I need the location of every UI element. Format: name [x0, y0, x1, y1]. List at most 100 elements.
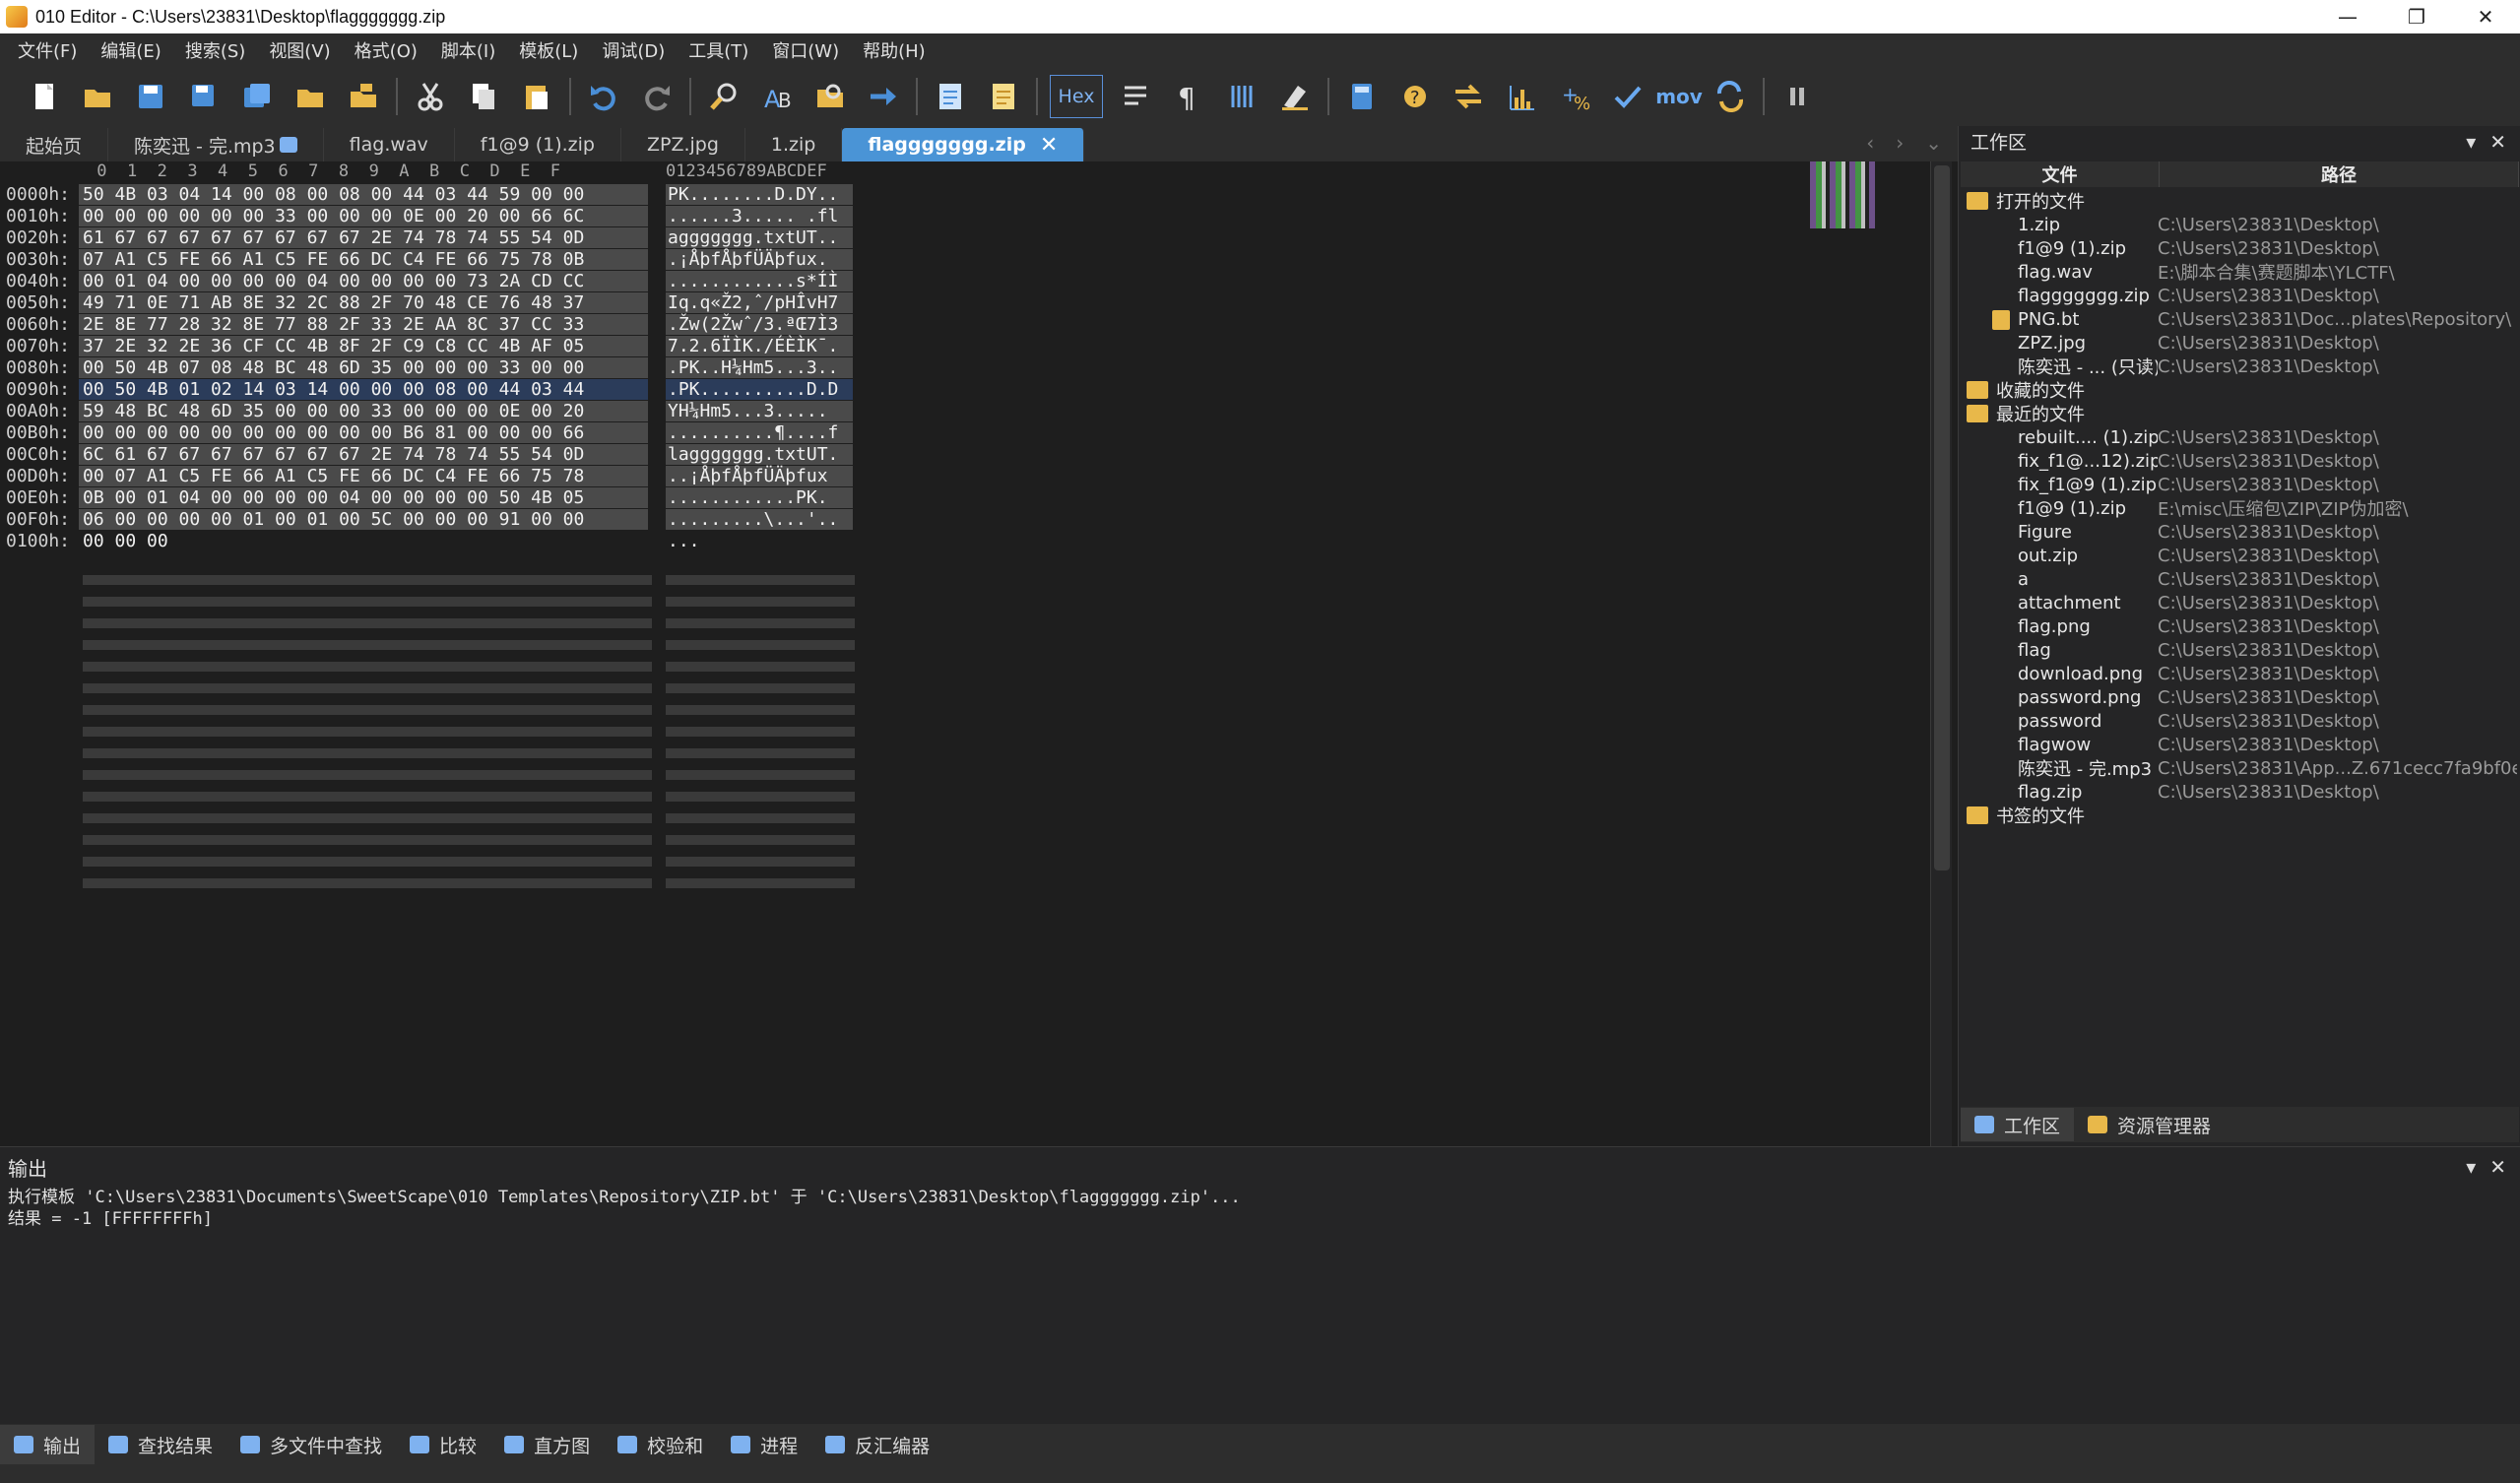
file-tab[interactable]: ZPZ.jpg: [621, 128, 745, 161]
file-tab[interactable]: 起始页: [0, 128, 109, 161]
row-ascii[interactable]: ......3..... .fl: [666, 205, 853, 226]
hex-row[interactable]: 0060h: 2E 8E 77 28 32 8E 77 88 2F 33 2E A…: [0, 313, 853, 335]
row-hex-bytes[interactable]: 00 00 00 00 00 00 33 00 00 00 0E 00 20 0…: [79, 205, 648, 226]
scrollbar-thumb[interactable]: [1934, 165, 1950, 870]
hex-vertical-scrollbar[interactable]: [1930, 161, 1952, 1146]
hex-row[interactable]: 00D0h: 00 07 A1 C5 FE 66 A1 C5 FE 66 DC C…: [0, 465, 853, 486]
workspace-file[interactable]: flag.zip C:\Users\23831\Desktop\: [1959, 780, 2520, 804]
row-ascii[interactable]: .PK..H¼Hm5...3..: [666, 356, 853, 378]
hex-row[interactable]: 00E0h: 0B 00 01 04 00 00 00 00 04 00 00 0…: [0, 486, 853, 508]
tab-prev-icon[interactable]: ‹: [1866, 131, 1874, 155]
hex-row[interactable]: 0000h: 50 4B 03 04 14 00 08 00 08 00 44 0…: [0, 183, 853, 205]
output-menu-icon[interactable]: ▾: [2466, 1155, 2476, 1179]
save-as-icon[interactable]: [182, 75, 226, 118]
workspace-file[interactable]: fix_f1@9 (1).zip C:\Users\23831\Desktop\: [1959, 473, 2520, 496]
pause-icon[interactable]: [1776, 75, 1819, 118]
bottom-tab[interactable]: 比较: [396, 1425, 490, 1464]
workspace-file[interactable]: attachment C:\Users\23831\Desktop\: [1959, 591, 2520, 614]
row-ascii[interactable]: .Žw(2Žwˆ/3.ªŒ7Ì3: [666, 313, 853, 335]
hex-rows[interactable]: 0000h: 50 4B 03 04 14 00 08 00 08 00 44 0…: [0, 183, 853, 551]
hex-row[interactable]: 00B0h: 00 00 00 00 00 00 00 00 00 00 B6 8…: [0, 421, 853, 443]
hex-row[interactable]: 00F0h: 06 00 00 00 00 01 00 01 00 5C 00 0…: [0, 508, 853, 530]
row-ascii[interactable]: Iq.q«Ž2,ˆ/pHÎvH7: [666, 291, 853, 313]
output-close-icon[interactable]: ✕: [2489, 1155, 2506, 1179]
row-hex-bytes[interactable]: 00 00 00 00 00 00 00 00 00 00 B6 81 00 0…: [79, 421, 648, 443]
bottom-tab[interactable]: 校验和: [604, 1425, 717, 1464]
row-ascii[interactable]: 7.2.6ÏÌK./ÉÈÌK¯.: [666, 335, 853, 356]
paste-icon[interactable]: [515, 75, 558, 118]
inspector-icon[interactable]: ?: [1393, 75, 1437, 118]
row-ascii[interactable]: aggggggg.txtUT..: [666, 226, 853, 248]
hex-row[interactable]: 00C0h: 6C 61 67 67 67 67 67 67 67 2E 74 7…: [0, 443, 853, 465]
column-header-path[interactable]: 路径: [2160, 161, 2519, 187]
bottom-tab[interactable]: 进程: [717, 1425, 811, 1464]
workspace-file[interactable]: flag C:\Users\23831\Desktop\: [1959, 638, 2520, 662]
tab-next-icon[interactable]: ›: [1896, 131, 1904, 155]
run-template-icon[interactable]: [982, 75, 1025, 118]
workspace-group[interactable]: 书签的文件: [1959, 804, 2520, 827]
workspace-file[interactable]: password.png C:\Users\23831\Desktop\: [1959, 685, 2520, 709]
bottom-tab[interactable]: 多文件中查找: [226, 1425, 396, 1464]
tab-close-icon[interactable]: ✕: [1040, 133, 1058, 158]
workspace-file[interactable]: a C:\Users\23831\Desktop\: [1959, 567, 2520, 591]
workspace-file[interactable]: f1@9 (1).zip E:\misc\压缩包\ZIP\ZIP伪加密\: [1959, 496, 2520, 521]
compare-icon[interactable]: [1447, 75, 1490, 118]
open-file-icon[interactable]: [76, 75, 119, 118]
run-script-icon[interactable]: [929, 75, 972, 118]
row-hex-bytes[interactable]: 06 00 00 00 00 01 00 01 00 5C 00 00 00 9…: [79, 508, 648, 530]
maximize-button[interactable]: ❐: [2382, 0, 2451, 33]
menu-item[interactable]: 模板(L): [507, 37, 590, 63]
save-all-icon[interactable]: [235, 75, 279, 118]
row-ascii[interactable]: .¡ÅþfÅþfÜÄþfux.: [666, 248, 853, 270]
tab-workspace[interactable]: 工作区: [1961, 1108, 2075, 1141]
workspace-file[interactable]: flag.png C:\Users\23831\Desktop\: [1959, 614, 2520, 638]
base-converter-icon[interactable]: [1709, 75, 1752, 118]
workspace-group[interactable]: 收藏的文件: [1959, 378, 2520, 402]
workspace-file[interactable]: Figure C:\Users\23831\Desktop\: [1959, 520, 2520, 544]
hex-editor[interactable]: 0 1 2 3 4 5 6 7 8 9 A B C D E F 01234567…: [0, 161, 1958, 1146]
row-hex-bytes[interactable]: 00 50 4B 07 08 48 BC 48 6D 35 00 00 00 3…: [79, 356, 648, 378]
replace-icon[interactable]: AB: [755, 75, 799, 118]
row-hex-bytes[interactable]: 49 71 0E 71 AB 8E 32 2C 88 2F 70 48 CE 7…: [79, 291, 648, 313]
row-ascii[interactable]: .........\...'..: [666, 508, 853, 530]
file-tab[interactable]: flag.wav: [324, 128, 455, 161]
workspace-group[interactable]: 打开的文件: [1959, 189, 2520, 213]
workspace-file[interactable]: flag.wav E:\脚本合集\赛题脚本\YLCTF\: [1959, 260, 2520, 285]
workspace-file[interactable]: PNG.bt C:\Users\23831\Doc...plates\Reposi…: [1959, 307, 2520, 331]
close-button[interactable]: ✕: [2451, 0, 2520, 33]
row-hex-bytes[interactable]: 50 4B 03 04 14 00 08 00 08 00 44 03 44 5…: [79, 183, 648, 205]
row-ascii[interactable]: ............s*ÍÌ: [666, 270, 853, 291]
redo-icon[interactable]: [635, 75, 678, 118]
open-project-icon[interactable]: [342, 75, 385, 118]
row-hex-bytes[interactable]: 37 2E 32 2E 36 CF CC 4B 8F 2F C9 C8 CC 4…: [79, 335, 648, 356]
goto-icon[interactable]: [862, 75, 905, 118]
open-folder-icon[interactable]: [289, 75, 332, 118]
tab-list-icon[interactable]: ⌄: [1925, 131, 1942, 155]
hex-row[interactable]: 0100h: 00 00 00...: [0, 530, 853, 551]
menu-item[interactable]: 帮助(H): [851, 37, 937, 63]
row-hex-bytes[interactable]: 07 A1 C5 FE 66 A1 C5 FE 66 DC C4 FE 66 7…: [79, 248, 648, 270]
file-tab[interactable]: f1@9 (1).zip: [455, 128, 621, 161]
workspace-file[interactable]: f1@9 (1).zip C:\Users\23831\Desktop\: [1959, 236, 2520, 260]
hex-row[interactable]: 0040h: 00 01 04 00 00 00 00 04 00 00 00 0…: [0, 270, 853, 291]
row-ascii[interactable]: .PK..........D.D: [666, 378, 853, 400]
copy-icon[interactable]: [462, 75, 505, 118]
hex-row[interactable]: 00A0h: 59 48 BC 48 6D 35 00 00 00 33 00 0…: [0, 400, 853, 421]
calculator-icon[interactable]: [1340, 75, 1384, 118]
checksum-icon[interactable]: [1606, 75, 1649, 118]
histogram-icon[interactable]: [1500, 75, 1543, 118]
row-ascii[interactable]: ..........¶....f: [666, 421, 853, 443]
menu-item[interactable]: 文件(F): [6, 37, 89, 63]
columns-icon[interactable]: [1220, 75, 1263, 118]
menu-item[interactable]: 搜索(S): [173, 37, 257, 63]
file-tab[interactable]: 陈奕迅 - 完.mp3: [108, 128, 324, 161]
hex-row[interactable]: 0050h: 49 71 0E 71 AB 8E 32 2C 88 2F 70 4…: [0, 291, 853, 313]
hex-row[interactable]: 0080h: 00 50 4B 07 08 48 BC 48 6D 35 00 0…: [0, 356, 853, 378]
workspace-file[interactable]: rebuilt.... (1).zip C:\Users\23831\Deskto…: [1959, 425, 2520, 449]
highlight-icon[interactable]: [1273, 75, 1317, 118]
panel-menu-icon[interactable]: ▾: [2466, 130, 2476, 154]
operations-icon[interactable]: +%: [1553, 75, 1596, 118]
tab-explorer[interactable]: 资源管理器: [2074, 1108, 2225, 1141]
file-tab[interactable]: flaggggggg.zip ✕: [842, 128, 1085, 161]
new-file-icon[interactable]: [23, 75, 66, 118]
